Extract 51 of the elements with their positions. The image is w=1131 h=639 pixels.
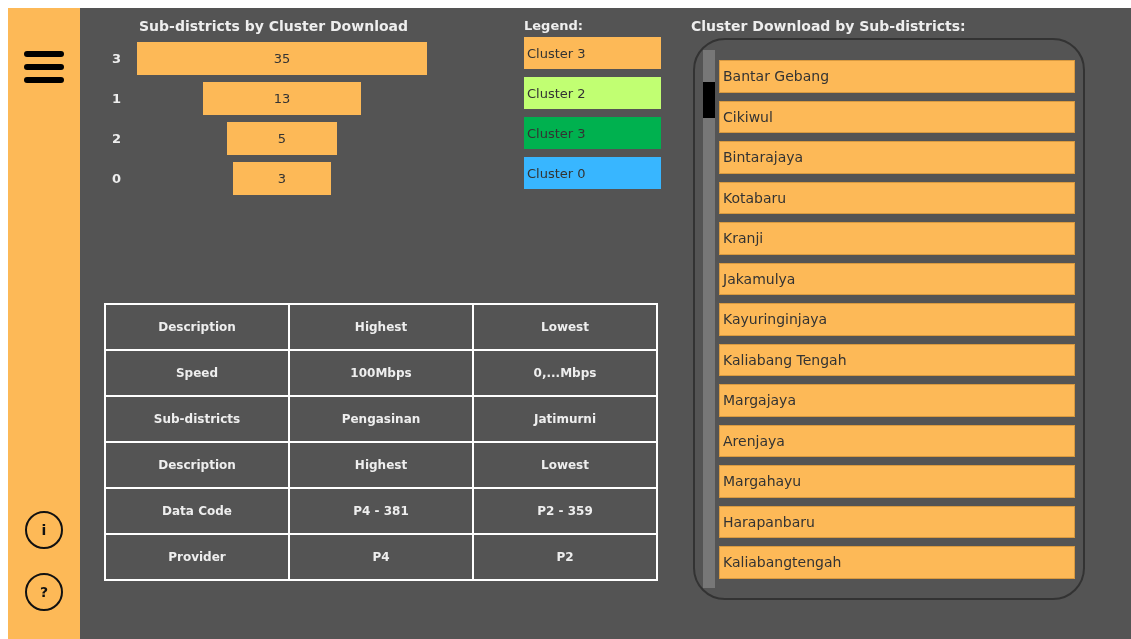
help-button[interactable]: ? [25, 573, 63, 611]
list-item[interactable]: Kaliabang Tengah [719, 343, 1075, 376]
funnel-bar: 5 [227, 121, 337, 155]
table-cell: 0,...Mbps [473, 350, 657, 396]
scrollbar-thumb[interactable] [703, 82, 715, 118]
table-cell: Highest [289, 442, 473, 488]
funnel-bar: 3 [233, 161, 331, 195]
category-label: 3 [112, 50, 123, 66]
list-item[interactable]: Jakamulya [719, 262, 1075, 295]
list-item[interactable]: Bantar Gebang [719, 60, 1075, 93]
table-cell: Jatimurni [473, 396, 657, 442]
table-cell: Sub-districts [105, 396, 289, 442]
list-item[interactable]: Kotabaru [719, 181, 1075, 214]
list-item[interactable]: Bintarajaya [719, 141, 1075, 174]
table-cell: Data Code [105, 488, 289, 534]
category-label: 2 [112, 130, 123, 146]
info-button[interactable]: i [25, 511, 63, 549]
table-cell: Description [105, 304, 289, 350]
legend-item: Cluster 0 [524, 157, 661, 189]
table-cell: P2 [473, 534, 657, 580]
list-item[interactable]: Harapanbaru [719, 505, 1075, 538]
legend-item: Cluster 2 [524, 77, 661, 109]
menu-icon[interactable] [23, 50, 65, 86]
category-label: 0 [112, 170, 123, 186]
table-cell: P4 [289, 534, 473, 580]
legend-item: Cluster 3 [524, 117, 661, 149]
table-cell: Highest [289, 304, 473, 350]
list-item[interactable]: Kayuringinjaya [719, 303, 1075, 336]
table-cell: Pengasinan [289, 396, 473, 442]
list-item[interactable]: Cikiwul [719, 100, 1075, 133]
list-item[interactable]: Kaliabangtengah [719, 546, 1075, 579]
legend-item: Cluster 3 [524, 37, 661, 69]
table-cell: Lowest [473, 442, 657, 488]
table-cell: P4 - 381 [289, 488, 473, 534]
list-item[interactable]: Margahayu [719, 465, 1075, 498]
table-cell: Provider [105, 534, 289, 580]
table-cell: Speed [105, 350, 289, 396]
funnel-bar: 13 [203, 81, 361, 115]
list-title: Cluster Download by Sub-districts: [691, 18, 967, 34]
list-item[interactable]: Margajaya [719, 384, 1075, 417]
table-cell: P2 - 359 [473, 488, 657, 534]
category-label: 1 [112, 90, 123, 106]
table-cell: Lowest [473, 304, 657, 350]
funnel-bar: 35 [137, 41, 427, 75]
scrollbar-track[interactable] [703, 50, 715, 588]
list-item[interactable]: Arenjaya [719, 424, 1075, 457]
table-cell: 100Mbps [289, 350, 473, 396]
table-cell: Description [105, 442, 289, 488]
list-item[interactable]: Kranji [719, 222, 1075, 255]
chart-title: Sub-districts by Cluster Download [139, 18, 409, 34]
legend-title: Legend: [524, 18, 584, 33]
